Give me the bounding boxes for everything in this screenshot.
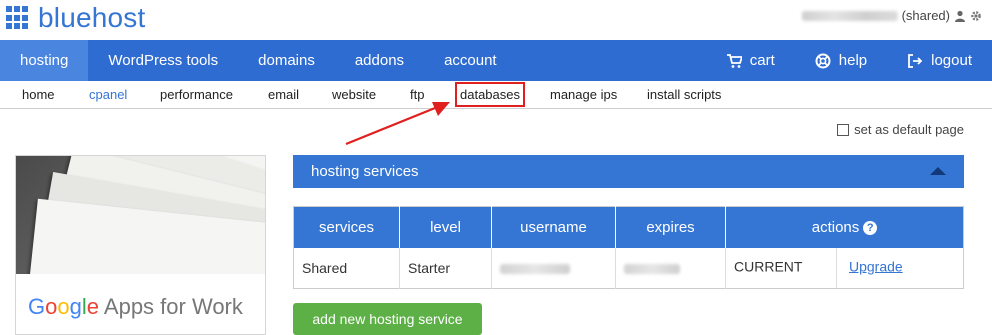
col-services: services — [293, 206, 400, 248]
account-suffix: (shared) — [901, 8, 950, 23]
nav-addons[interactable]: addons — [335, 40, 424, 81]
account-area: (shared) — [801, 8, 982, 23]
nav-logout[interactable]: logout — [887, 40, 992, 81]
hosting-services-panel[interactable]: hosting services — [293, 155, 964, 188]
annotation-arrow — [345, 102, 450, 146]
nav-right-group: cart help logout — [706, 40, 992, 81]
collapse-triangle-icon[interactable] — [930, 167, 946, 175]
logo-text: bluehost — [38, 2, 146, 33]
upgrade-link[interactable]: Upgrade — [849, 258, 903, 274]
subnav-performance[interactable]: performance — [160, 87, 233, 102]
status-text: CURRENT — [734, 258, 803, 275]
table-header-row: services level username expires actions? — [293, 206, 964, 248]
logout-icon — [908, 53, 923, 68]
cell-actions: CURRENT Upgrade — [726, 247, 964, 289]
nav-logout-label: logout — [931, 52, 972, 69]
subnav-install-scripts[interactable]: install scripts — [647, 87, 721, 102]
user-icon[interactable] — [954, 10, 966, 22]
top-bar: bluehost (shared) — [0, 0, 992, 40]
subnav-databases[interactable]: databases — [455, 82, 525, 107]
col-expires: expires — [615, 206, 726, 248]
nav-cart-label: cart — [749, 52, 775, 69]
panel-title: hosting services — [311, 163, 419, 180]
services-table: services level username expires actions?… — [293, 206, 964, 289]
nav-wordpress-tools[interactable]: WordPress tools — [88, 40, 238, 81]
logo-grid-icon — [6, 6, 30, 30]
lifebuoy-icon — [815, 53, 831, 68]
question-icon[interactable]: ? — [863, 220, 878, 235]
table-row: Shared Starter CURRENT Upgrade — [293, 247, 964, 289]
col-level: level — [399, 206, 492, 248]
col-username: username — [491, 206, 616, 248]
google-apps-ad[interactable]: Google Apps for Work — [15, 155, 266, 335]
ad-brand-text: Google Apps for Work — [28, 294, 243, 320]
default-page-label: set as default page — [854, 122, 964, 137]
bluehost-logo[interactable]: bluehost — [6, 4, 145, 32]
subnav-cpanel[interactable]: cpanel — [89, 87, 127, 102]
cell-username-redacted — [491, 247, 616, 288]
default-page-checkbox[interactable] — [837, 123, 850, 136]
gear-icon[interactable] — [970, 10, 982, 22]
nav-hosting[interactable]: hosting — [0, 40, 89, 81]
subnav-manage-ips[interactable]: manage ips — [550, 87, 617, 102]
add-hosting-service-button[interactable]: add new hosting service — [293, 303, 482, 335]
cell-level: Starter — [399, 247, 492, 288]
nav-help[interactable]: help — [795, 40, 887, 81]
account-name-redacted — [801, 10, 898, 21]
ad-brand-rest: Apps for Work — [99, 294, 243, 319]
subnav-email[interactable]: email — [268, 87, 299, 102]
cell-expires-redacted — [615, 247, 726, 288]
nav-cart[interactable]: cart — [706, 40, 795, 81]
subnav-home[interactable]: home — [22, 87, 55, 102]
main-nav: hosting WordPress tools domains addons a… — [0, 40, 992, 81]
ad-photo-papers — [16, 156, 265, 274]
col-actions: actions? — [725, 206, 964, 248]
cell-service: Shared — [293, 247, 400, 288]
cart-icon — [726, 53, 742, 68]
nav-account[interactable]: account — [424, 40, 517, 81]
sub-nav: home cpanel performance email website ft… — [0, 81, 992, 109]
google-wordmark: Google — [28, 294, 100, 319]
nav-help-label: help — [838, 52, 868, 69]
nav-domains[interactable]: domains — [238, 40, 335, 81]
default-page-toggle[interactable]: set as default page — [837, 122, 964, 137]
